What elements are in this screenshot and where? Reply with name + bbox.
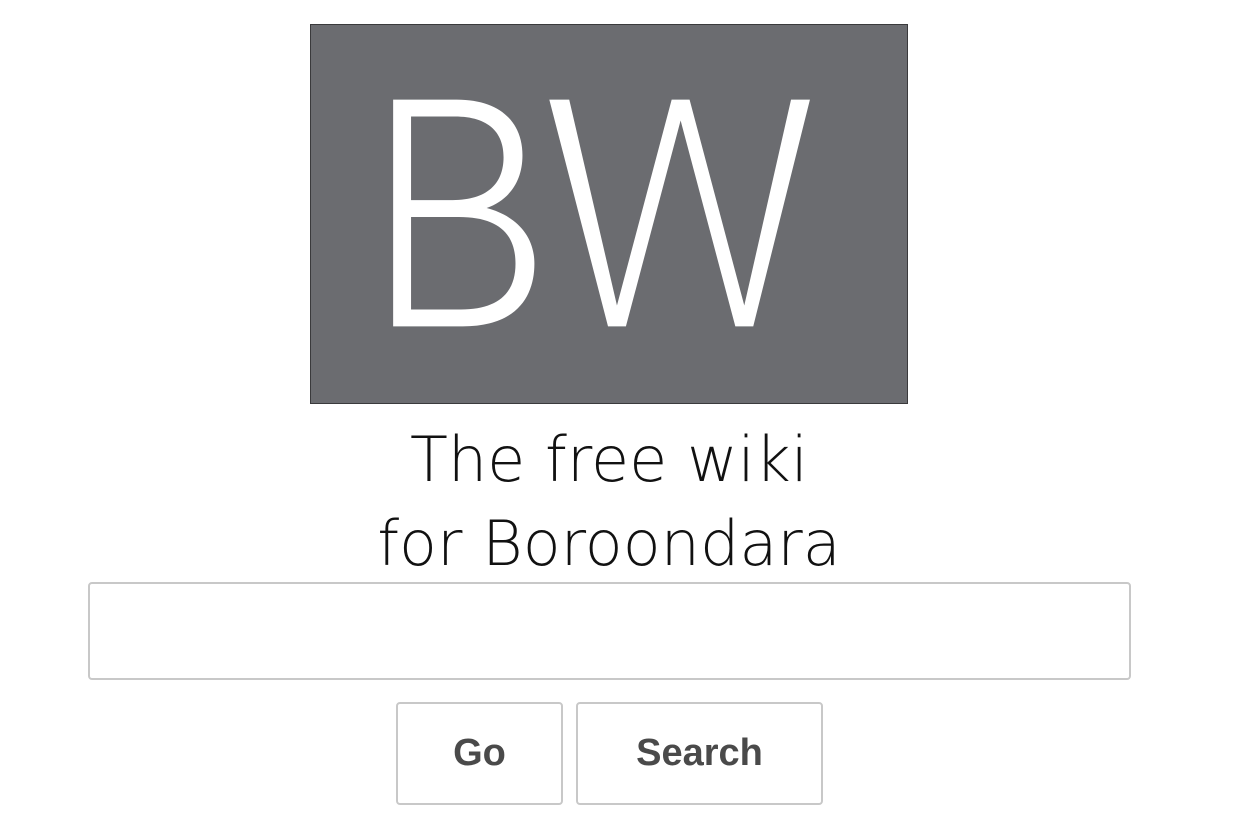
go-button[interactable]: Go: [396, 702, 563, 805]
logo-image: [393, 99, 810, 327]
site-logo: [310, 24, 908, 404]
site-tagline: The free wiki for Boroondara: [310, 418, 908, 586]
main-page: The free wiki for Boroondara Go Search: [0, 0, 1237, 838]
tagline-line-1: The free wiki: [409, 423, 809, 496]
search-input[interactable]: [88, 582, 1131, 680]
search-button[interactable]: Search: [576, 702, 823, 805]
tagline-line-2: for Boroondara: [377, 507, 841, 580]
